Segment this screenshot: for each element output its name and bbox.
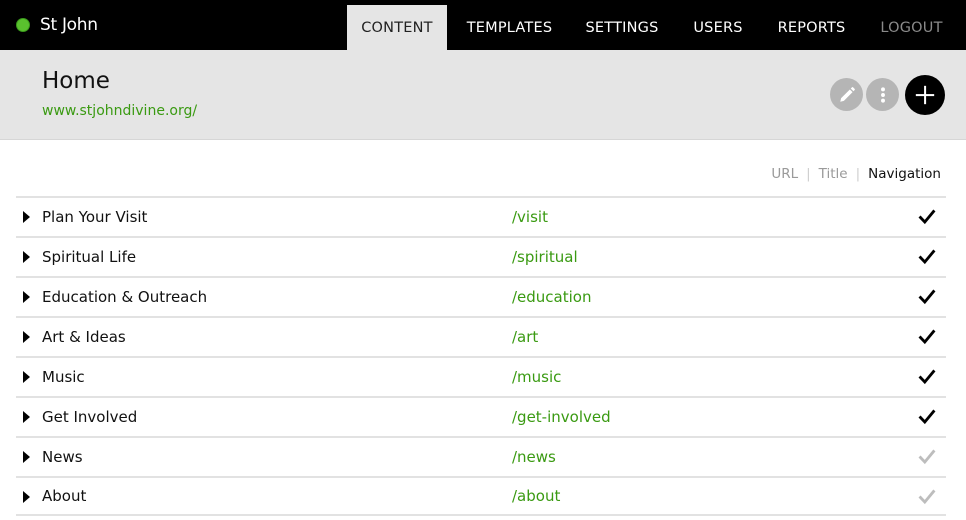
- page-row-title: Plan Your Visit: [42, 208, 148, 226]
- page-row-title: Education & Outreach: [42, 288, 208, 306]
- page-row-path[interactable]: /art: [512, 328, 538, 346]
- page-row-title: News: [42, 448, 83, 466]
- nav-tab-settings[interactable]: SETTINGS: [572, 5, 672, 50]
- expand-caret-icon[interactable]: [23, 371, 30, 383]
- brand[interactable]: St John: [16, 0, 98, 50]
- expand-caret-icon[interactable]: [23, 251, 30, 263]
- navigation-check-icon[interactable]: [918, 208, 936, 226]
- page-row[interactable]: About /about: [16, 476, 946, 516]
- nav-tab-content[interactable]: CONTENT: [347, 5, 447, 50]
- plus-icon: [915, 85, 935, 105]
- vertical-dots-icon: [880, 86, 885, 103]
- page-row[interactable]: Education & Outreach /education: [16, 276, 946, 316]
- expand-caret-icon[interactable]: [23, 411, 30, 423]
- navigation-check-icon[interactable]: [918, 408, 936, 426]
- page-row-path[interactable]: /about: [512, 487, 560, 505]
- edit-button[interactable]: [830, 78, 863, 111]
- navigation-check-icon[interactable]: [918, 288, 936, 306]
- page-row-path[interactable]: /spiritual: [512, 248, 578, 266]
- status-dot-icon: [16, 18, 30, 32]
- page-row[interactable]: Art & Ideas /art: [16, 316, 946, 356]
- page-row-path[interactable]: /education: [512, 288, 591, 306]
- navigation-check-icon[interactable]: [918, 448, 936, 466]
- main-nav: CONTENT TEMPLATES SETTINGS USERS REPORTS…: [347, 5, 964, 50]
- page-row[interactable]: Music /music: [16, 356, 946, 396]
- nav-tab-templates[interactable]: TEMPLATES: [447, 5, 572, 50]
- view-option-url[interactable]: URL: [771, 166, 798, 182]
- page-row-path[interactable]: /news: [512, 448, 556, 466]
- page-row-path[interactable]: /music: [512, 368, 561, 386]
- expand-caret-icon[interactable]: [23, 291, 30, 303]
- add-page-button[interactable]: [905, 75, 945, 115]
- view-separator: |: [806, 166, 811, 182]
- expand-caret-icon[interactable]: [23, 331, 30, 343]
- logout-link[interactable]: LOGOUT: [859, 5, 964, 50]
- expand-caret-icon[interactable]: [23, 491, 30, 503]
- page-title: Home: [42, 68, 110, 94]
- page-row-path[interactable]: /get-involved: [512, 408, 611, 426]
- page-row-path[interactable]: /visit: [512, 208, 548, 226]
- page-row-title: Music: [42, 368, 85, 386]
- site-name: St John: [40, 15, 98, 35]
- pencil-icon: [839, 86, 855, 102]
- page-row-title: Art & Ideas: [42, 328, 126, 346]
- page-row-title: About: [42, 487, 87, 505]
- navigation-check-icon[interactable]: [918, 248, 936, 266]
- page-row[interactable]: Plan Your Visit /visit: [16, 196, 946, 236]
- expand-caret-icon[interactable]: [23, 451, 30, 463]
- view-option-title[interactable]: Title: [819, 166, 848, 182]
- page-row-title: Spiritual Life: [42, 248, 137, 266]
- nav-tab-reports[interactable]: REPORTS: [764, 5, 859, 50]
- navigation-check-icon[interactable]: [918, 488, 936, 506]
- page-tree: Plan Your Visit /visit Spiritual Life /s…: [16, 196, 946, 516]
- page-row[interactable]: News /news: [16, 436, 946, 476]
- page-row-title: Get Involved: [42, 408, 138, 426]
- view-option-navigation[interactable]: Navigation: [868, 166, 941, 182]
- navigation-check-icon[interactable]: [918, 328, 936, 346]
- view-separator: |: [855, 166, 861, 182]
- navigation-check-icon[interactable]: [918, 368, 936, 386]
- top-bar: St John CONTENT TEMPLATES SETTINGS USERS…: [0, 0, 966, 50]
- nav-tab-users[interactable]: USERS: [672, 5, 764, 50]
- expand-caret-icon[interactable]: [23, 211, 30, 223]
- view-toggle: URL | Title | Navigation: [771, 166, 941, 182]
- more-options-button[interactable]: [866, 78, 899, 111]
- page-row[interactable]: Spiritual Life /spiritual: [16, 236, 946, 276]
- page-url-link[interactable]: www.stjohndivine.org/: [42, 103, 197, 119]
- page-row[interactable]: Get Involved /get-involved: [16, 396, 946, 436]
- page-header: Home www.stjohndivine.org/: [0, 50, 966, 140]
